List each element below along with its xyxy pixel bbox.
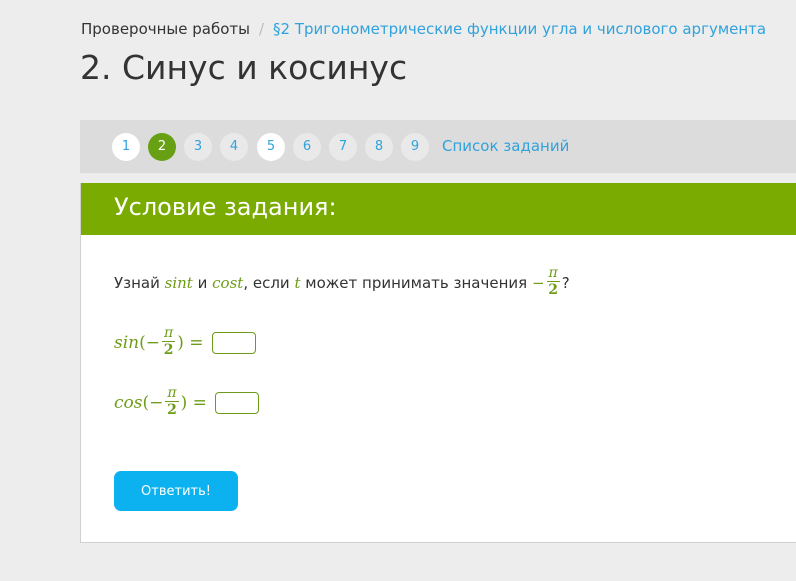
- submit-answer-button[interactable]: Ответить!: [114, 471, 238, 511]
- sin-equals-sign: =: [189, 332, 204, 353]
- task-nav-item-8[interactable]: 8: [365, 133, 393, 161]
- cos-open-paren: (: [142, 392, 150, 413]
- task-nav-item-1[interactable]: 1: [112, 133, 140, 161]
- cos-answer-input[interactable]: [214, 391, 259, 414]
- question-fraction-denominator: 2: [548, 282, 558, 298]
- task-nav-item-6[interactable]: 6: [293, 133, 321, 161]
- breadcrumb-root: Проверочные работы: [81, 20, 250, 38]
- question-sint: sint: [164, 273, 193, 292]
- question-fraction-numerator: π: [546, 265, 560, 282]
- question-and: и: [197, 273, 208, 292]
- cos-close-paren: ): [180, 392, 188, 413]
- question-text: Узнай sint и cost, если t может принимат…: [114, 266, 570, 299]
- cos-fraction-numerator: π: [165, 385, 179, 402]
- cos-minus-sign: −: [149, 392, 164, 413]
- breadcrumb: Проверочные работы / §2 Тригонометрические…: [81, 20, 766, 38]
- question-fraction: π2: [546, 265, 560, 299]
- cos-equation: cos(− π 2) =: [114, 386, 259, 419]
- cos-fraction: π2: [165, 385, 179, 419]
- task-nav-item-5[interactable]: 5: [257, 133, 285, 161]
- task-nav-item-2[interactable]: 2: [148, 133, 176, 161]
- sin-function-label: sin: [114, 332, 140, 353]
- task-navigation: 1 2 3 4 5 6 7 8 9 Список заданий: [80, 120, 796, 173]
- question-t: t: [294, 273, 301, 292]
- task-nav-item-7[interactable]: 7: [329, 133, 357, 161]
- page-title: 2. Синус и косинус: [80, 48, 408, 87]
- sin-fraction-numerator: π: [162, 325, 176, 342]
- task-panel-title: Условие задания:: [114, 193, 337, 221]
- question-cost: cost: [212, 273, 244, 292]
- sin-fraction-denominator: 2: [163, 342, 174, 358]
- task-list-link[interactable]: Список заданий: [442, 137, 569, 155]
- sin-equation: sin(− π 2) =: [114, 326, 256, 359]
- question-part-1: Узнай: [114, 273, 160, 292]
- sin-minus-sign: −: [145, 332, 161, 353]
- question-part-3: может принимать значения: [305, 273, 528, 292]
- cos-equals-sign: =: [192, 392, 207, 413]
- cos-function-label: cos: [114, 392, 143, 413]
- sin-close-paren: ): [177, 332, 184, 353]
- task-panel: Условие задания: Узнай sint и cost, если…: [80, 183, 796, 543]
- breadcrumb-section-link[interactable]: §2 Тригонометрические функции угла и чис…: [273, 20, 766, 38]
- cos-fraction-denominator: 2: [167, 402, 177, 418]
- breadcrumb-separator: /: [258, 20, 265, 38]
- question-part-2: , если: [243, 273, 290, 292]
- task-nav-item-4[interactable]: 4: [220, 133, 248, 161]
- question-minus-sign: −: [531, 273, 545, 292]
- question-end: ?: [561, 273, 570, 292]
- sin-fraction: π2: [162, 325, 176, 359]
- sin-answer-input[interactable]: [211, 331, 256, 354]
- task-nav-item-3[interactable]: 3: [184, 133, 212, 161]
- sin-open-paren: (: [139, 332, 146, 353]
- task-nav-item-9[interactable]: 9: [401, 133, 429, 161]
- task-panel-header: Условие задания:: [81, 183, 796, 235]
